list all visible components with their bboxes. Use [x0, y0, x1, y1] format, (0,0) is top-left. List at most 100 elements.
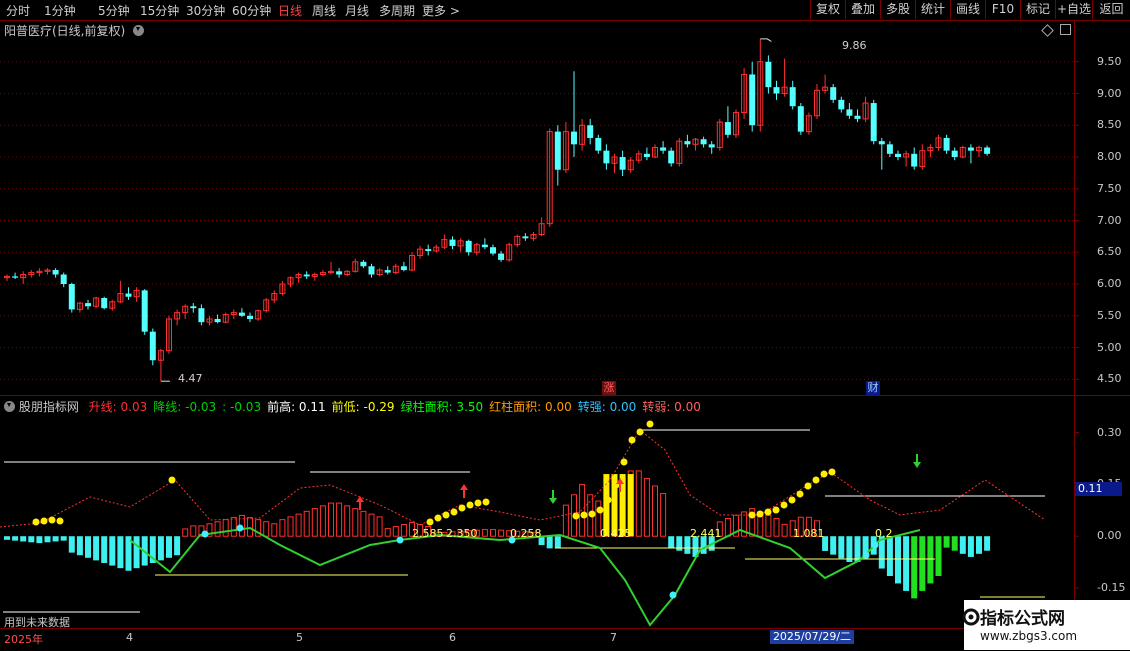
rise-dot — [748, 511, 756, 519]
high-pointer — [760, 38, 772, 42]
buy-arrow-icon — [460, 484, 468, 490]
candle-body — [60, 274, 67, 285]
indicator-bar — [724, 518, 731, 537]
indicator-bar — [230, 517, 237, 537]
turn-dot — [396, 536, 404, 544]
indicator-bar — [44, 536, 51, 543]
indicator-bar — [967, 536, 974, 557]
low-price-label: 4.47 — [178, 372, 203, 385]
candle-body — [911, 153, 918, 167]
indicator-bar — [182, 528, 189, 537]
site-watermark: 指标公式网 www.zbgs3.com — [962, 600, 1130, 650]
annotation-label: 0.425 — [600, 527, 632, 540]
candle-body — [668, 150, 675, 164]
indicator-bar — [976, 536, 982, 554]
candle-body — [465, 240, 472, 253]
candle-body — [101, 298, 108, 309]
rise-dot — [56, 517, 64, 525]
rise-dot — [588, 510, 596, 518]
rise-dot — [764, 508, 772, 516]
limit-up-marker[interactable]: 涨 — [602, 381, 616, 395]
indicator-bar — [951, 536, 958, 551]
price-tick-label: 7.50 — [1097, 181, 1122, 195]
indicator-bar — [854, 536, 861, 563]
candle-body — [149, 331, 156, 361]
indicator-bar — [490, 529, 496, 537]
candle-body — [854, 115, 861, 119]
sell-arrow-icon — [549, 498, 557, 504]
indicator-bar — [222, 519, 229, 537]
indicator-bar — [157, 536, 164, 561]
indicator-bar — [214, 521, 221, 537]
price-tick-label: 6.00 — [1097, 277, 1122, 291]
rise-dot — [796, 490, 804, 498]
candle-body — [660, 147, 667, 151]
price-tick-label: 7.00 — [1097, 213, 1122, 227]
candlestick-series — [4, 38, 991, 382]
indicator-tick-label: -0.15 — [1097, 581, 1126, 595]
rise-dot — [756, 510, 764, 518]
indicator-bar — [68, 536, 75, 553]
date-axis — [0, 628, 1130, 651]
indicator-bar — [319, 505, 326, 537]
indicator-bar — [117, 536, 124, 569]
indicator-bar — [392, 526, 399, 537]
price-tick-label: 9.50 — [1097, 54, 1122, 68]
candle-body — [846, 109, 853, 116]
candle-body — [198, 308, 205, 323]
indicator-bar — [943, 536, 950, 548]
cursor-date-label: 2025/07/29/二 — [770, 630, 854, 644]
date-label: 2025年 — [4, 633, 43, 646]
candle-body — [425, 249, 432, 252]
candle-body — [400, 266, 407, 271]
indicator-bar — [28, 536, 35, 543]
rise-dot — [820, 470, 828, 478]
indicator-bar — [190, 525, 197, 537]
indicator-bar — [279, 519, 286, 537]
indicator-bar — [311, 508, 318, 537]
indicator-bar — [166, 536, 172, 558]
indicator-bar — [263, 521, 270, 537]
price-tick-label: 9.00 — [1097, 86, 1122, 100]
candle-body — [830, 87, 837, 100]
indicator-bar — [481, 529, 488, 537]
indicator-bar — [36, 536, 43, 544]
indicator-bar — [554, 536, 561, 549]
finance-marker[interactable]: 财 — [866, 381, 880, 395]
indicator-bar — [76, 536, 83, 556]
candle-body — [481, 244, 488, 248]
turn-dot — [862, 551, 870, 559]
rise-dot — [804, 482, 812, 490]
annotation-label: 1.081 — [793, 527, 825, 540]
candle-body — [498, 253, 505, 260]
indicator-bar — [52, 536, 59, 542]
indicator-bar — [93, 536, 100, 561]
rise-dot — [772, 506, 780, 514]
indicator-bar — [838, 536, 845, 559]
candle-body — [951, 150, 958, 158]
indicator-bar — [765, 514, 772, 537]
candle-body — [684, 141, 691, 145]
candle-body — [895, 153, 901, 158]
indicator-bar — [781, 523, 788, 537]
indicator-bar — [562, 504, 569, 537]
indicator-bar — [101, 536, 108, 563]
turn-dot — [871, 541, 879, 549]
date-label: 4 — [126, 631, 133, 644]
candle-body — [595, 137, 602, 151]
annotation-label: 2.350 — [446, 527, 478, 540]
rise-dot — [604, 496, 612, 504]
candle-body — [303, 274, 310, 277]
rise-dot — [466, 501, 474, 509]
indicator-tick-label: 0.30 — [1097, 425, 1122, 439]
price-tick-label: 5.50 — [1097, 308, 1122, 322]
rise-dot — [646, 420, 654, 428]
candle-body — [247, 315, 253, 319]
price-tick-label: 8.00 — [1097, 150, 1122, 164]
indicator-bar — [959, 536, 966, 554]
rise-dot — [828, 468, 836, 476]
rise-dot — [450, 508, 458, 516]
rise-dot — [628, 436, 636, 444]
indicator-bar — [12, 536, 19, 541]
indicator-bar — [773, 518, 780, 537]
